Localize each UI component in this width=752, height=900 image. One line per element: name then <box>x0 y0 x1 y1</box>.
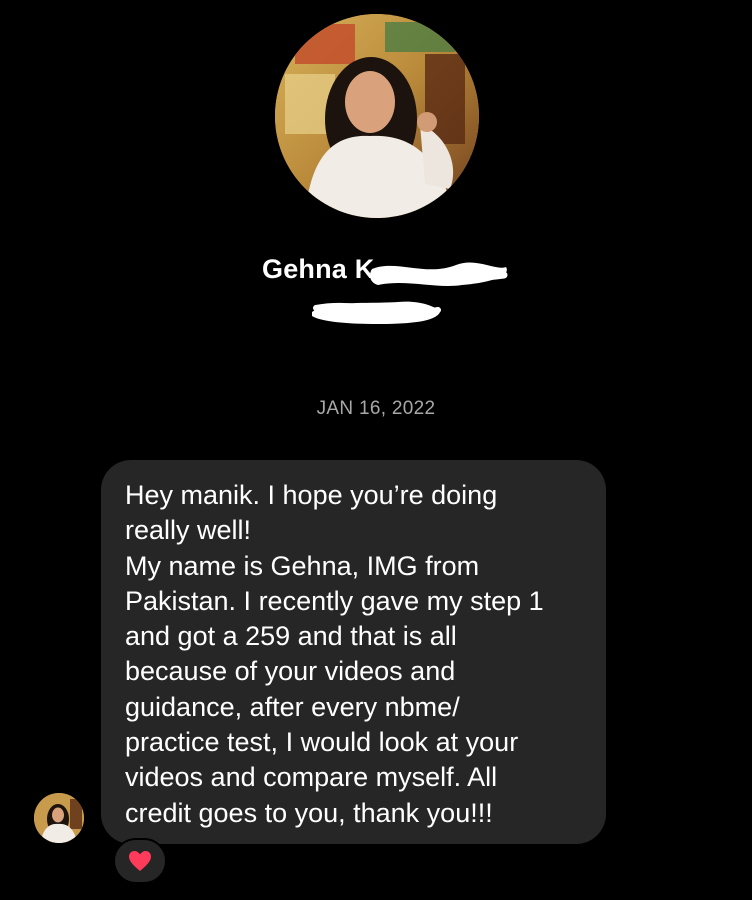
message-text: Hey manik. I hope you’re doing really we… <box>125 480 544 828</box>
redaction-mark <box>370 262 508 286</box>
date-divider: JAN 16, 2022 <box>316 398 436 419</box>
sender-avatar[interactable] <box>34 793 84 843</box>
profile-avatar[interactable] <box>275 14 479 218</box>
username-redaction-mark <box>312 301 441 324</box>
heart-icon <box>129 851 151 871</box>
message-bubble[interactable]: Hey manik. I hope you’re doing really we… <box>101 460 606 844</box>
profile-name: Gehna K <box>262 254 375 284</box>
reaction-pill[interactable] <box>113 838 167 884</box>
